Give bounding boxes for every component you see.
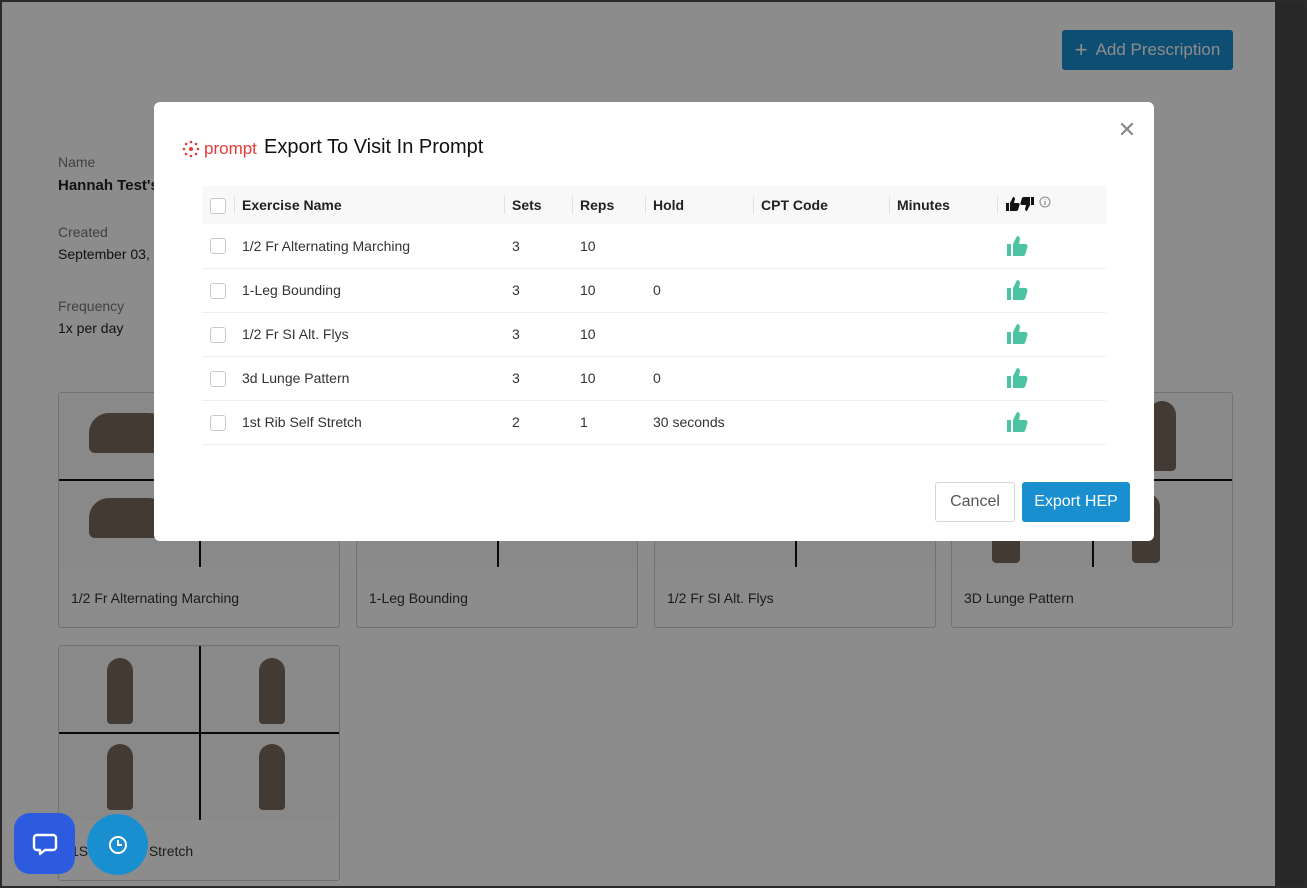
col-sets: Sets	[504, 186, 572, 224]
cell-cpt-code	[753, 268, 889, 313]
prompt-logo-icon	[182, 140, 200, 158]
cell-exercise-name: 3d Lunge Pattern	[234, 356, 504, 401]
cell-minutes	[889, 224, 997, 269]
cell-exercise-name: 1-Leg Bounding	[234, 268, 504, 313]
cell-sets: 3	[504, 312, 572, 357]
thumbs-up-icon[interactable]	[1005, 410, 1029, 434]
timer-button[interactable]	[87, 814, 148, 875]
table-row: 1/2 Fr Alternating Marching 3 10	[202, 224, 1106, 269]
cell-feedback	[997, 356, 1106, 401]
table-row: 1st Rib Self Stretch 2 1 30 seconds	[202, 400, 1106, 445]
close-icon[interactable]: ✕	[1116, 119, 1138, 141]
row-select-cell	[202, 356, 234, 401]
cell-minutes	[889, 356, 997, 401]
cell-exercise-name: 1/2 Fr SI Alt. Flys	[234, 312, 504, 357]
row-select-cell	[202, 312, 234, 357]
row-select-cell	[202, 400, 234, 445]
cell-reps: 10	[572, 312, 645, 357]
cell-hold: 0	[645, 356, 753, 401]
cell-exercise-name: 1st Rib Self Stretch	[234, 400, 504, 445]
cell-sets: 3	[504, 268, 572, 313]
col-cpt-code: CPT Code	[753, 186, 889, 224]
cell-reps: 1	[572, 400, 645, 445]
prompt-logo-text: prompt	[204, 139, 257, 158]
col-reps: Reps	[572, 186, 645, 224]
timer-icon	[108, 835, 127, 854]
chat-button[interactable]	[14, 813, 75, 874]
cell-cpt-code	[753, 224, 889, 269]
cell-reps: 10	[572, 356, 645, 401]
thumbs-up-icon[interactable]	[1005, 278, 1029, 302]
cell-hold	[645, 224, 753, 269]
app-window: + Add Prescription Name Hannah Test's Cr…	[2, 2, 1305, 886]
export-hep-button[interactable]: Export HEP	[1022, 482, 1130, 522]
info-icon[interactable]	[1039, 196, 1051, 208]
select-all-cell	[202, 186, 234, 224]
cell-hold: 0	[645, 268, 753, 313]
col-feedback	[997, 186, 1106, 224]
row-checkbox[interactable]	[210, 326, 226, 343]
cell-minutes	[889, 312, 997, 357]
table-row: 1/2 Fr SI Alt. Flys 3 10	[202, 312, 1106, 357]
thumbs-up-icon[interactable]	[1005, 366, 1029, 390]
row-select-cell	[202, 268, 234, 313]
row-select-cell	[202, 224, 234, 269]
cell-feedback	[997, 224, 1106, 269]
row-checkbox[interactable]	[210, 370, 226, 387]
cell-hold	[645, 312, 753, 357]
chat-icon	[32, 833, 57, 855]
cell-sets: 3	[504, 356, 572, 401]
cell-cpt-code	[753, 400, 889, 445]
cell-exercise-name: 1/2 Fr Alternating Marching	[234, 224, 504, 269]
cell-cpt-code	[753, 312, 889, 357]
row-checkbox[interactable]	[210, 414, 226, 431]
thumbs-up-icon[interactable]	[1005, 234, 1029, 258]
prompt-logo: prompt	[182, 139, 257, 159]
cell-feedback	[997, 312, 1106, 357]
thumbs-up-icon[interactable]	[1005, 322, 1029, 346]
cell-minutes	[889, 400, 997, 445]
col-hold: Hold	[645, 186, 753, 224]
select-all-checkbox[interactable]	[210, 197, 226, 214]
row-checkbox[interactable]	[210, 282, 226, 299]
col-minutes: Minutes	[889, 186, 997, 224]
cell-reps: 10	[572, 268, 645, 313]
cancel-button[interactable]: Cancel	[935, 482, 1015, 522]
cell-sets: 2	[504, 400, 572, 445]
thumbs-up-down-icon	[1006, 196, 1034, 211]
table-header-row: Exercise Name Sets Reps Hold CPT Code Mi…	[202, 186, 1106, 224]
table-row: 3d Lunge Pattern 3 10 0	[202, 356, 1106, 401]
cell-feedback	[997, 400, 1106, 445]
modal-title: Export To Visit In Prompt	[264, 136, 484, 158]
export-table: Exercise Name Sets Reps Hold CPT Code Mi…	[202, 186, 1106, 445]
cell-feedback	[997, 268, 1106, 313]
col-exercise-name: Exercise Name	[234, 186, 504, 224]
cell-minutes	[889, 268, 997, 313]
export-modal: ✕ prompt Export To Visit In Prompt Exerc…	[154, 102, 1154, 541]
row-checkbox[interactable]	[210, 238, 226, 255]
table-row: 1-Leg Bounding 3 10 0	[202, 268, 1106, 313]
cell-hold: 30 seconds	[645, 400, 753, 445]
cell-cpt-code	[753, 356, 889, 401]
cell-reps: 10	[572, 224, 645, 269]
cell-sets: 3	[504, 224, 572, 269]
